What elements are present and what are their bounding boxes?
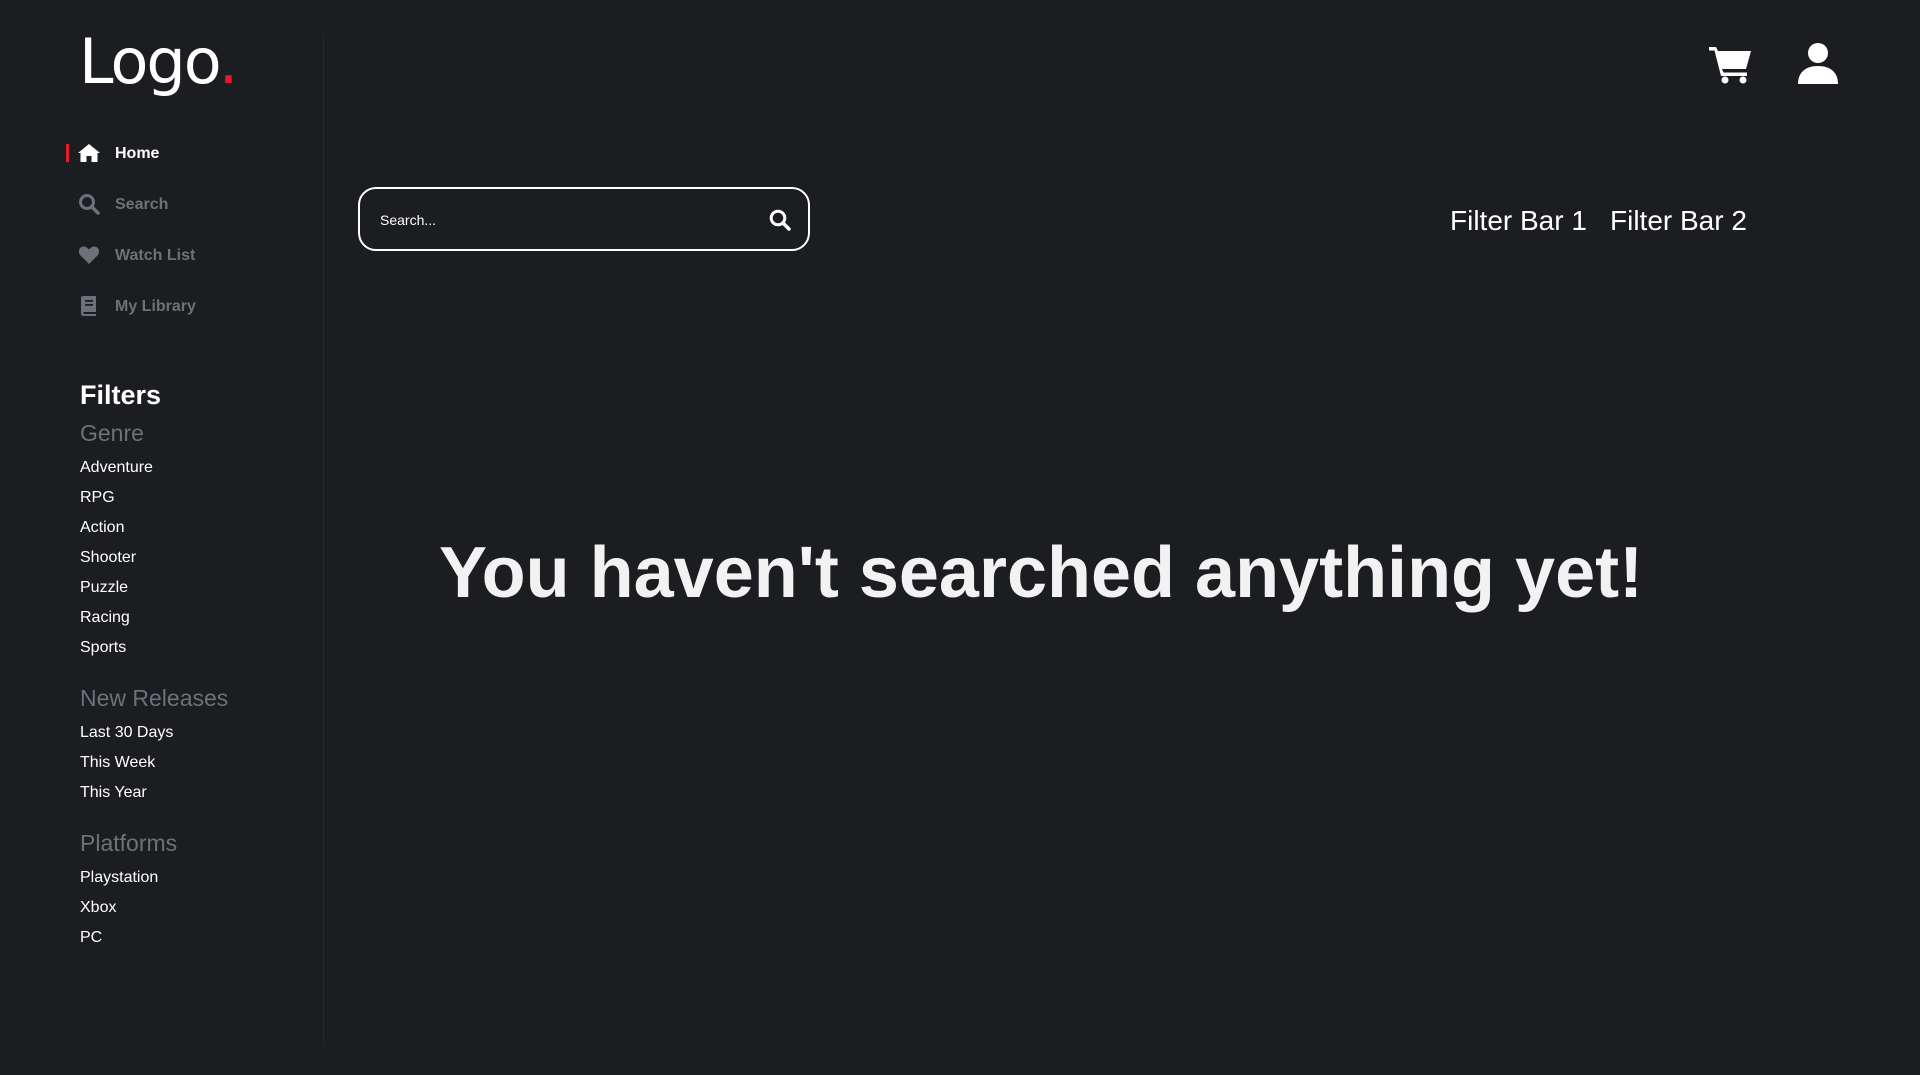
filter-item-racing[interactable]: Racing <box>80 603 320 633</box>
search-icon <box>77 194 101 215</box>
filter-bar-2[interactable]: Filter Bar 2 <box>1610 203 1747 239</box>
filter-heading-genre: Genre <box>80 420 144 446</box>
filter-item-last-30-days[interactable]: Last 30 Days <box>80 718 320 748</box>
filter-item-action[interactable]: Action <box>80 513 320 543</box>
search-icon[interactable] <box>768 208 792 232</box>
filter-item-rpg[interactable]: RPG <box>80 483 320 513</box>
nav-item-watch-list[interactable]: Watch List <box>0 238 323 289</box>
filter-item-xbox[interactable]: Xbox <box>80 893 320 923</box>
cart-icon[interactable] <box>1709 44 1753 84</box>
filter-heading-new-releases: New Releases <box>80 685 229 711</box>
book-icon <box>77 296 101 316</box>
filter-item-pc[interactable]: PC <box>80 923 320 953</box>
nav-label-search: Search <box>115 196 169 213</box>
search-input[interactable] <box>378 189 752 251</box>
empty-state-message: You haven't searched anything yet! <box>439 533 1644 613</box>
heart-icon <box>77 245 101 265</box>
nav-item-my-library[interactable]: My Library <box>0 289 323 340</box>
nav-label-watch-list: Watch List <box>115 247 196 264</box>
filter-item-this-year[interactable]: This Year <box>80 778 320 808</box>
active-indicator <box>66 144 69 162</box>
sidebar: Logo. Home Search Watch List My Library … <box>0 0 323 1075</box>
filter-item-playstation[interactable]: Playstation <box>80 863 320 893</box>
user-icon[interactable] <box>1797 42 1839 86</box>
filter-item-shooter[interactable]: Shooter <box>80 543 320 573</box>
filter-group-genre: Genre Adventure RPG Action Shooter Puzzl… <box>80 418 320 663</box>
filter-group-platforms: Platforms Playstation Xbox PC <box>80 828 320 953</box>
logo-text: Logo <box>79 25 221 98</box>
filters-title: Filters <box>80 380 162 410</box>
filter-item-sports[interactable]: Sports <box>80 633 320 663</box>
home-icon <box>77 143 101 163</box>
filter-item-adventure[interactable]: Adventure <box>80 453 320 483</box>
filter-item-this-week[interactable]: This Week <box>80 748 320 778</box>
logo[interactable]: Logo. <box>79 22 239 102</box>
filter-heading-platforms: Platforms <box>80 830 178 856</box>
app-root: Logo. Home Search Watch List My Library … <box>0 0 1920 1075</box>
logo-dot: . <box>218 25 239 98</box>
nav-item-home[interactable]: Home <box>0 136 323 187</box>
sidebar-divider <box>323 33 324 1046</box>
filter-item-puzzle[interactable]: Puzzle <box>80 573 320 603</box>
filter-bar-1[interactable]: Filter Bar 1 <box>1450 203 1587 239</box>
nav-item-search[interactable]: Search <box>0 187 323 238</box>
filter-group-new-releases: New Releases Last 30 Days This Week This… <box>80 683 320 808</box>
search-box <box>358 187 810 251</box>
main-nav: Home Search Watch List My Library <box>0 136 323 340</box>
nav-label-my-library: My Library <box>115 298 196 315</box>
nav-label-home: Home <box>115 145 160 162</box>
filters-panel: Filters Genre Adventure RPG Action Shoot… <box>80 378 320 973</box>
